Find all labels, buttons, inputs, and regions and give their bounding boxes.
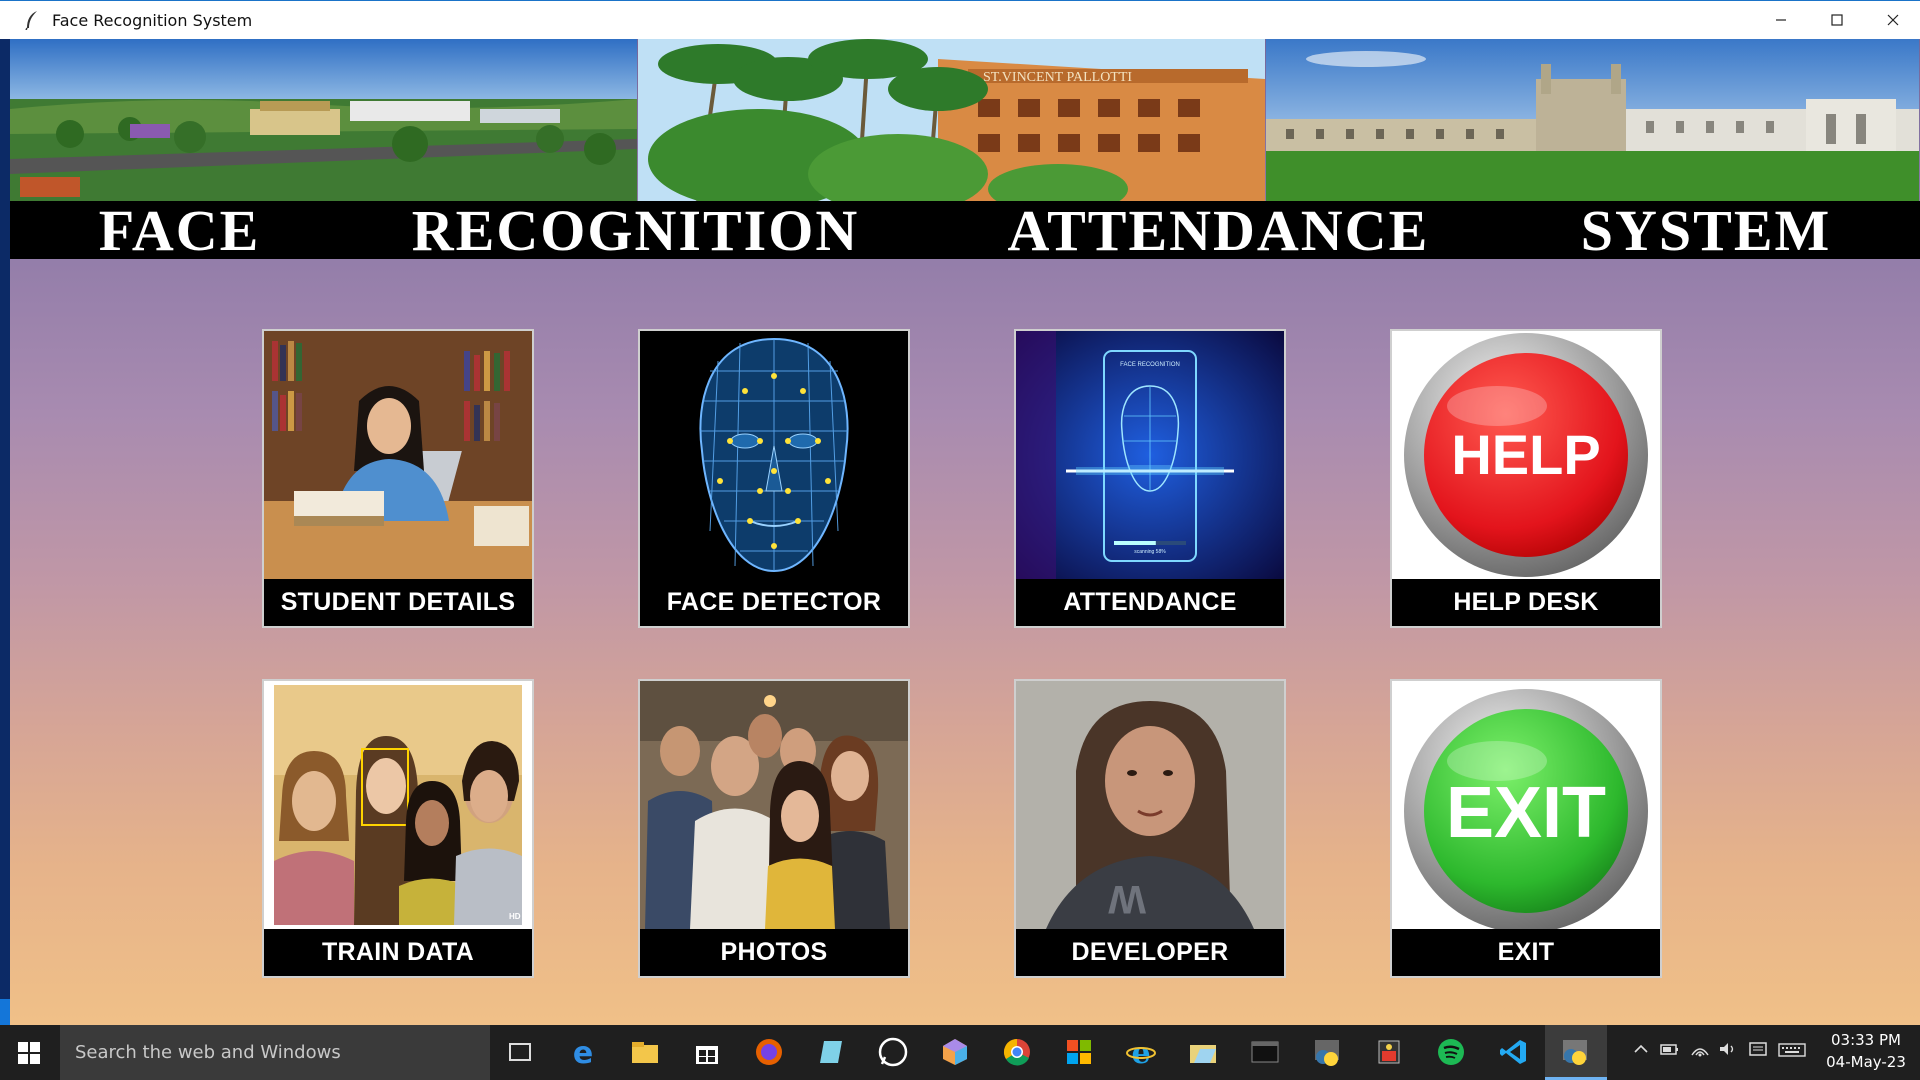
- battery-icon[interactable]: [1660, 1041, 1680, 1065]
- page-title: FACE RECOGNITION ATTENDANCE SYSTEM: [98, 197, 1832, 263]
- firefox-icon[interactable]: [752, 1035, 786, 1069]
- python-app-icon[interactable]: [1558, 1035, 1592, 1069]
- minimize-button[interactable]: [1753, 1, 1809, 39]
- banner-university-lawn: [1266, 39, 1919, 201]
- banner-sign-text: ST.VINCENT PALLOTTI: [983, 70, 1132, 85]
- train-data-image: HD: [264, 681, 532, 929]
- file-explorer-icon[interactable]: [628, 1035, 662, 1069]
- banner-campus-aerial: [10, 39, 637, 201]
- photos-button[interactable]: PHOTOS: [638, 679, 910, 978]
- python-idle-icon[interactable]: [1310, 1035, 1344, 1069]
- start-button[interactable]: [0, 1025, 58, 1080]
- banner: ST.VINCENT PALLOTTI: [10, 39, 1920, 201]
- exit-image: EXIT: [1392, 681, 1660, 929]
- photos-label: PHOTOS: [640, 929, 908, 976]
- face-detector-label: FACE DETECTOR: [640, 579, 908, 626]
- terminal-icon[interactable]: [1248, 1035, 1282, 1069]
- app-window: ST.VINCENT PALLOTTI FACE RECOGNITION ATT…: [10, 39, 1920, 1025]
- hd-badge: HD: [509, 912, 521, 921]
- clock-time: 03:33 PM: [1831, 1031, 1901, 1049]
- feather-icon: [20, 8, 44, 32]
- windows-icon: [18, 1041, 40, 1064]
- help-desk-label: HELP DESK: [1392, 579, 1660, 626]
- attendance-scan-progress: [1114, 541, 1156, 545]
- exit-label: EXIT: [1392, 929, 1660, 976]
- media-app-icon[interactable]: [1372, 1035, 1406, 1069]
- keyboard-icon[interactable]: [1778, 1041, 1806, 1065]
- taskbar: Search the web and Windows e e 03:33 PM …: [0, 1025, 1920, 1080]
- wifi-icon[interactable]: [1690, 1041, 1710, 1065]
- svg-text:e: e: [1131, 1037, 1150, 1067]
- volume-icon[interactable]: [1718, 1041, 1738, 1065]
- clock-date: 04-May-23: [1826, 1053, 1906, 1071]
- svg-text:W: W: [1108, 877, 1146, 921]
- student-details-label: STUDENT DETAILS: [264, 579, 532, 626]
- face-detector-image: [640, 331, 908, 579]
- developer-image: W: [1016, 681, 1284, 929]
- attendance-screen-text: FACE RECOGNITION: [1120, 362, 1180, 368]
- developer-label: DEVELOPER: [1016, 929, 1284, 976]
- developer-button[interactable]: W DEVELOPER: [1014, 679, 1286, 978]
- folder-icon[interactable]: [1186, 1035, 1220, 1069]
- taskbar-clock[interactable]: 03:33 PM 04-May-23: [1816, 1029, 1916, 1073]
- train-data-button[interactable]: HD TRAIN DATA: [262, 679, 534, 978]
- train-data-label: TRAIN DATA: [264, 929, 532, 976]
- window-left-edge: [0, 39, 10, 1025]
- action-center-icon[interactable]: [1748, 1041, 1768, 1065]
- attendance-image: FACE RECOGNITION scanning 58%: [1016, 331, 1284, 579]
- attendance-button[interactable]: FACE RECOGNITION scanning 58% ATTENDANCE: [1014, 329, 1286, 628]
- office-icon[interactable]: [1062, 1035, 1096, 1069]
- window-titlebar: Face Recognition System: [0, 0, 1920, 39]
- close-button[interactable]: [1865, 1, 1920, 39]
- vscode-icon[interactable]: [1496, 1035, 1530, 1069]
- exit-button-text: EXIT: [1446, 773, 1606, 853]
- window-title: Face Recognition System: [52, 10, 253, 30]
- show-hidden-icons-chevron-icon[interactable]: [1633, 1041, 1649, 1065]
- notes-icon[interactable]: [814, 1035, 848, 1069]
- banner-college-building: ST.VINCENT PALLOTTI: [638, 39, 1265, 201]
- exit-button[interactable]: EXIT EXIT: [1390, 679, 1662, 978]
- maximize-button[interactable]: [1809, 1, 1865, 39]
- photos-image: [640, 681, 908, 929]
- spotify-icon[interactable]: [1434, 1035, 1468, 1069]
- store-icon[interactable]: [690, 1035, 724, 1069]
- attendance-label: ATTENDANCE: [1016, 579, 1284, 626]
- edge-icon[interactable]: e: [566, 1035, 600, 1069]
- help-desk-image: HELP: [1392, 331, 1660, 579]
- task-view-icon[interactable]: [503, 1035, 537, 1069]
- attendance-scan-text: scanning 58%: [1134, 549, 1166, 555]
- whatsapp-icon[interactable]: [876, 1035, 910, 1069]
- internet-explorer-icon[interactable]: e: [1124, 1035, 1158, 1069]
- 3d-viewer-icon[interactable]: [938, 1035, 972, 1069]
- student-details-image: [264, 331, 532, 579]
- page-title-strip: FACE RECOGNITION ATTENDANCE SYSTEM: [10, 198, 1920, 263]
- svg-text:e: e: [573, 1037, 593, 1067]
- help-desk-button[interactable]: HELP HELP DESK: [1390, 329, 1662, 628]
- chrome-icon[interactable]: [1000, 1035, 1034, 1069]
- student-details-button[interactable]: STUDENT DETAILS: [262, 329, 534, 628]
- face-detector-button[interactable]: FACE DETECTOR: [638, 329, 910, 628]
- taskbar-search-input[interactable]: Search the web and Windows: [60, 1025, 490, 1080]
- help-button-text: HELP: [1451, 423, 1600, 486]
